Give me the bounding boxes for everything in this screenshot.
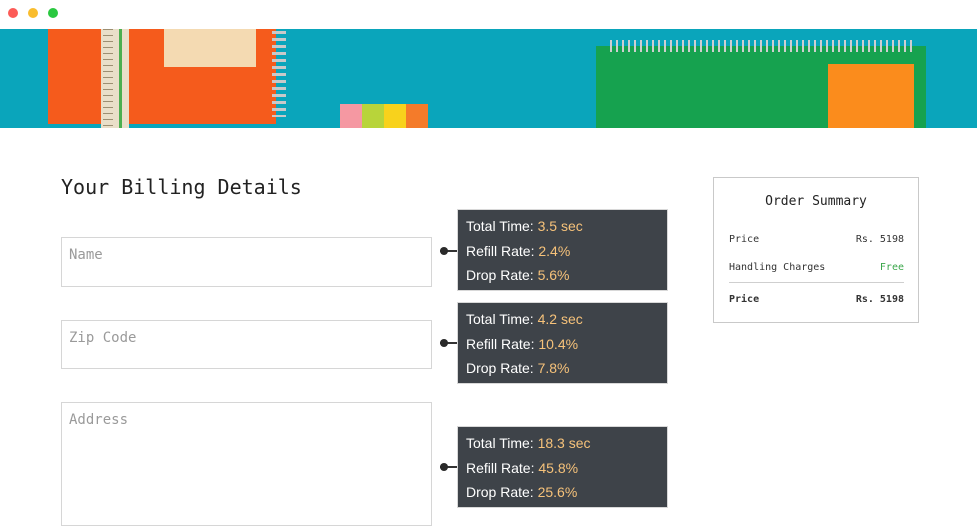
billing-heading: Your Billing Details [61,175,302,199]
drop-rate-label: Drop Rate: [466,484,534,500]
refill-rate-label: Refill Rate: [466,335,535,352]
handling-charges-value: Free [879,262,904,273]
stat-connector [440,339,458,347]
total-time-row: Total Time: 3.5 sec [466,214,659,239]
address-textarea[interactable]: Address [61,402,432,526]
ruler-ticks-illustration [103,29,113,128]
refill-rate-value: 45.8% [538,459,579,476]
green-notebook-coil-illustration [610,40,916,52]
handling-charges-label: Handling Charges [729,262,826,273]
total-time-value: 18.3 sec [537,435,591,451]
stat-connector [440,463,458,471]
stat-connector [440,247,458,255]
orange-card-illustration [828,64,914,128]
zip-code-placeholder: Zip Code [69,330,137,346]
total-time-value: 3.5 sec [537,218,583,234]
drop-rate-row: Drop Rate: 25.6% [466,480,659,505]
total-price-row: Price Rs. 5198 [729,294,904,308]
minimize-window-button[interactable] [28,8,38,18]
refill-rate-row: Refill Rate: 2.4% [466,239,659,264]
total-time-row: Total Time: 18.3 sec [466,431,659,456]
refill-rate-value: 2.4% [538,242,571,259]
sticky-note-yellow [384,104,406,128]
address-field-stats-tooltip: Total Time: 18.3 sec Refill Rate: 45.8% … [457,426,668,508]
connector-dot-icon [440,339,448,347]
price-value: Rs. 5198 [855,234,904,245]
order-summary-title: Order Summary [765,194,867,209]
total-time-row: Total Time: 4.2 sec [466,307,659,332]
close-window-button[interactable] [8,8,18,18]
address-placeholder: Address [69,412,129,428]
total-time-label: Total Time: [466,311,534,327]
hero-banner-image [0,29,977,128]
price-row: Price Rs. 5198 [729,234,904,248]
total-time-label: Total Time: [466,435,534,451]
notebook-coil-illustration [272,31,286,117]
sticky-note-pink [340,104,362,128]
drop-rate-value: 5.6% [537,267,570,283]
refill-rate-label: Refill Rate: [466,459,535,476]
notebook-paper-illustration [164,29,256,67]
ruler-stripe-illustration [119,29,122,128]
order-summary-panel: Order Summary Price Rs. 5198 Handling Ch… [713,177,919,323]
name-field-stats-tooltip: Total Time: 3.5 sec Refill Rate: 2.4% Dr… [457,209,668,291]
total-price-label: Price [729,294,760,305]
name-placeholder: Name [69,247,103,263]
handling-charges-row: Handling Charges Free [729,262,904,276]
total-price-value: Rs. 5198 [855,294,904,305]
summary-divider [729,282,904,283]
sticky-note-orange [406,104,428,128]
sticky-note-green [362,104,384,128]
drop-rate-label: Drop Rate: [466,267,534,283]
drop-rate-row: Drop Rate: 5.6% [466,263,659,288]
drop-rate-label: Drop Rate: [466,360,534,376]
window-titlebar [0,0,977,29]
total-time-value: 4.2 sec [537,311,583,327]
drop-rate-value: 7.8% [537,360,570,376]
connector-dot-icon [440,463,448,471]
zip-code-input[interactable]: Zip Code [61,320,432,369]
refill-rate-row: Refill Rate: 45.8% [466,456,659,481]
price-label: Price [729,234,760,245]
name-input[interactable]: Name [61,237,432,287]
refill-rate-row: Refill Rate: 10.4% [466,332,659,357]
refill-rate-label: Refill Rate: [466,242,535,259]
maximize-window-button[interactable] [48,8,58,18]
drop-rate-row: Drop Rate: 7.8% [466,356,659,381]
connector-dot-icon [440,247,448,255]
drop-rate-value: 25.6% [537,484,578,500]
refill-rate-value: 10.4% [538,335,579,352]
total-time-label: Total Time: [466,218,534,234]
zip-field-stats-tooltip: Total Time: 4.2 sec Refill Rate: 10.4% D… [457,302,668,384]
